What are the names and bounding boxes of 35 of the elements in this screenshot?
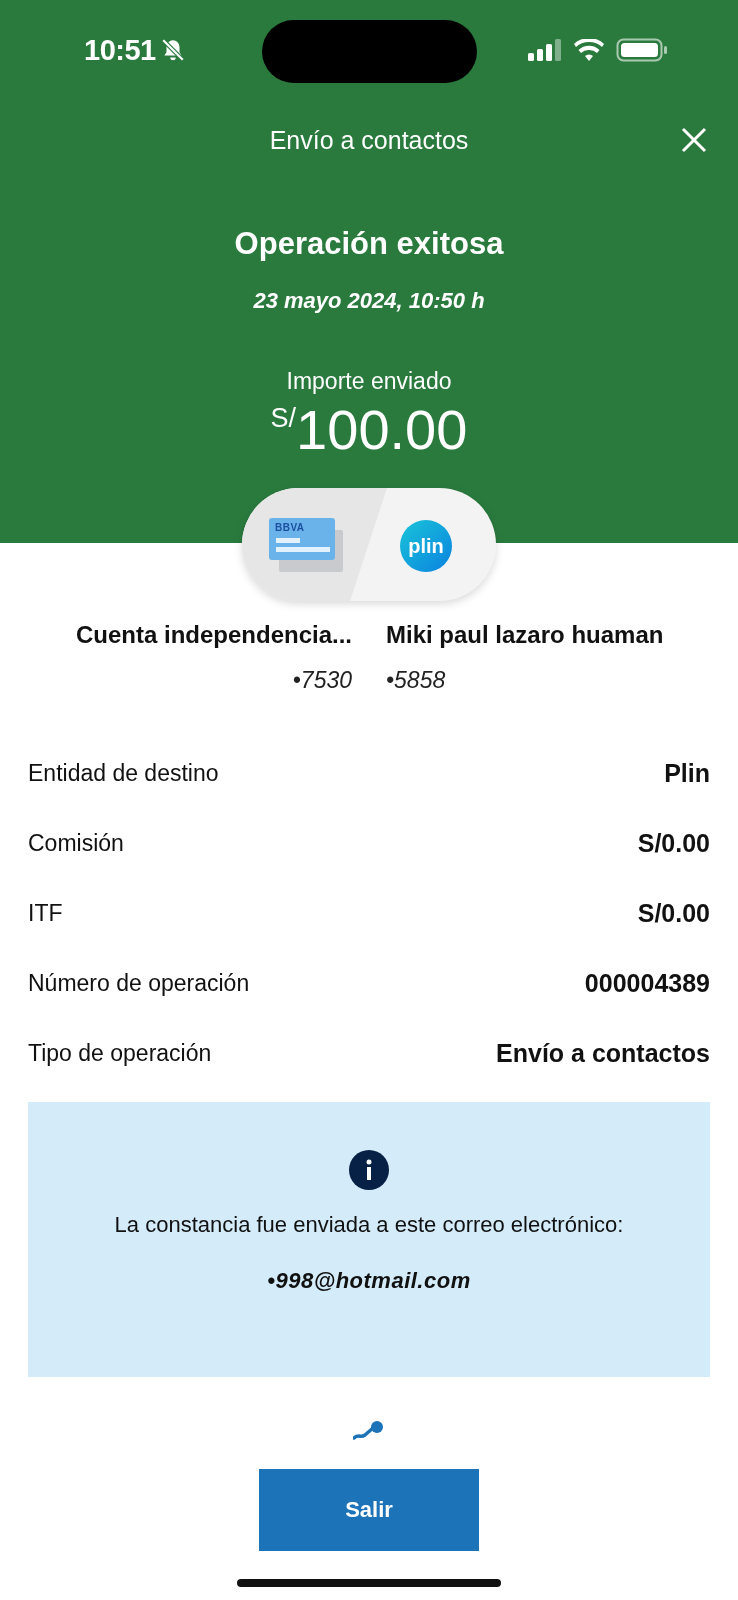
detail-label: Entidad de destino: [28, 759, 219, 787]
detail-label: ITF: [28, 899, 63, 927]
notice-text: La constancia fue enviada a este correo electrónico:: [114, 1212, 624, 1238]
amount-value: 100.00: [296, 397, 468, 462]
exit-button[interactable]: Salir: [259, 1469, 479, 1551]
operation-date: 23 mayo 2024, 10:50 h: [253, 288, 485, 314]
bell-muted-icon: [159, 37, 186, 63]
detail-label: Comisión: [28, 829, 124, 857]
detail-value: 000004389: [584, 968, 710, 998]
origin-account-number: •7530: [291, 667, 352, 694]
detail-label: Tipo de operación: [28, 1039, 212, 1067]
success-heading: Operación exitosa: [234, 226, 504, 262]
bank-card-icon: [269, 518, 345, 574]
signal-icon: [528, 39, 562, 61]
detail-value: S/0.00: [637, 828, 710, 858]
battery-icon: [616, 38, 668, 62]
detail-label: Número de operación: [28, 969, 250, 997]
origin-account-name: Cuenta independencia...: [74, 621, 352, 649]
close-icon: [680, 126, 708, 154]
close-button[interactable]: [680, 126, 708, 154]
wifi-icon: [574, 39, 604, 61]
recipient-account-number: •5858: [386, 667, 447, 694]
screen-title: Envío a contactos: [269, 125, 469, 155]
bank-logo: BBVA: [275, 522, 305, 533]
status-time: 10:51: [84, 33, 156, 67]
squiggle-icon: [353, 1421, 385, 1441]
detail-value: Plin: [664, 758, 710, 788]
recipient-name: Miki paul lazaro huaman: [386, 621, 665, 649]
info-icon: [349, 1150, 389, 1190]
email-address: •998@hotmail.com: [267, 1268, 471, 1294]
wallet-logo: plin: [400, 520, 452, 572]
detail-value: S/0.00: [637, 898, 710, 928]
currency-symbol: S/: [270, 403, 297, 433]
detail-value: Envío a contactos: [496, 1038, 710, 1068]
amount-label: Importe enviado: [286, 368, 452, 395]
